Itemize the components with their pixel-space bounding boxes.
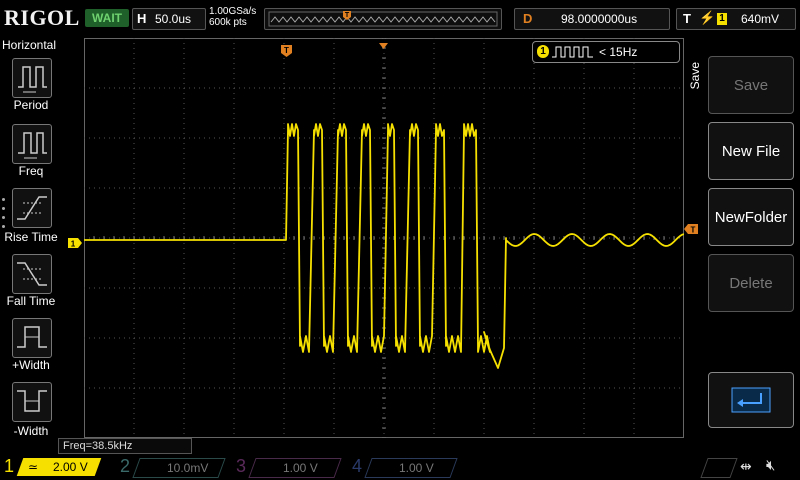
waveform-display[interactable] <box>83 37 685 439</box>
ch3-status[interactable]: 3 1.00 V <box>232 456 342 478</box>
ch4-scale-box: 1.00 V <box>364 458 458 478</box>
memory-waveform-preview: T <box>268 11 498 27</box>
positive-width-label: +Width <box>12 358 50 372</box>
ch1-scale-box: ≃ 2.00 V <box>16 458 102 476</box>
negative-width-button[interactable] <box>12 382 52 422</box>
rise-time-button[interactable] <box>12 188 52 228</box>
positive-width-icon <box>17 326 47 348</box>
ch1-waveform-trace <box>84 123 685 369</box>
memory-depth: 600k pts <box>209 17 247 28</box>
freq-icon <box>18 132 47 159</box>
rising-edge-icon: ⚡ <box>699 10 716 25</box>
rigol-logo: RIGOL <box>4 5 80 30</box>
rise-time-icon <box>17 196 47 220</box>
horizontal-key-label: H <box>137 11 147 26</box>
screen-center-marker <box>379 38 389 56</box>
menu-page-dots <box>2 198 6 234</box>
counter-value: < 15Hz <box>599 45 638 59</box>
system-status-box <box>700 458 738 478</box>
new-folder-button[interactable]: NewFolder <box>708 188 794 246</box>
trigger-box[interactable]: T ⚡ 1 640mV <box>676 8 796 30</box>
top-status-bar: RIGOL WAIT H 50.0us 1.00GSa/s 600k pts T… <box>0 0 800 36</box>
ch1-number: 1 <box>4 456 15 476</box>
freq-label: Freq <box>18 164 44 178</box>
memory-trigger-marker-label: T <box>345 12 350 19</box>
trigger-key-label: T <box>683 11 691 26</box>
ch2-number: 2 <box>120 456 131 476</box>
save-menu-title: Save <box>688 62 702 90</box>
new-file-button[interactable]: New File <box>708 122 794 180</box>
fall-time-label: Fall Time <box>6 294 56 308</box>
positive-width-button[interactable] <box>12 318 52 358</box>
period-icon <box>18 66 47 93</box>
sample-rate: 1.00GSa/s <box>209 6 257 17</box>
ch3-number: 3 <box>236 456 247 476</box>
timebase-value: 50.0us <box>155 12 192 26</box>
delay-key-label: D <box>523 11 533 26</box>
pulse-train-icon <box>552 46 593 58</box>
ch3-scale-box: 1.00 V <box>248 458 342 478</box>
frequency-counter[interactable]: 1 < 15Hz <box>532 41 680 63</box>
save-button[interactable]: Save <box>708 56 794 114</box>
run-status-badge[interactable]: WAIT <box>85 9 129 27</box>
freq-measurement-readout[interactable]: Freq=38.5kHz <box>58 438 192 454</box>
memory-position-bar[interactable]: T <box>264 8 502 30</box>
ch1-offset-marker[interactable]: 1 <box>68 235 82 253</box>
freq-button[interactable] <box>12 124 52 164</box>
usb-icon: ⇹ <box>740 458 752 474</box>
ch1-scale: 2.00 V <box>53 460 89 474</box>
ch2-scale-box: 10.0mV <box>132 458 226 478</box>
ch1-status[interactable]: 1 ≃ 2.00 V <box>0 456 104 478</box>
ch2-scale: 10.0mV <box>167 461 209 475</box>
trigger-level: 640mV <box>741 12 780 26</box>
delete-button[interactable]: Delete <box>708 254 794 312</box>
ch4-scale: 1.00 V <box>399 461 434 475</box>
measure-menu-title: Horizontal <box>2 38 57 52</box>
trigger-position-marker[interactable]: T <box>281 44 293 62</box>
ch3-scale: 1.00 V <box>283 461 318 475</box>
memory-trigger-marker: T <box>343 11 351 20</box>
ch4-number: 4 <box>352 456 363 476</box>
delay-value: 98.0000000us <box>561 12 638 26</box>
negative-width-icon <box>17 390 47 412</box>
trigger-level-marker[interactable]: T <box>684 221 698 239</box>
speaker-muted-icon[interactable]: 🔇︎ <box>766 457 775 474</box>
fall-time-icon <box>17 262 47 286</box>
counter-channel-badge: 1 <box>537 45 549 58</box>
delay-box[interactable]: D 98.0000000us <box>514 8 670 30</box>
acquisition-info: 1.00GSa/s 600k pts <box>209 6 256 28</box>
return-button[interactable] <box>708 372 794 428</box>
ch4-status[interactable]: 4 1.00 V <box>348 456 460 478</box>
trigger-position-marker-label: T <box>284 46 289 55</box>
ch1-coupling-icon: ≃ <box>28 460 39 474</box>
timebase-box[interactable]: H 50.0us <box>132 8 206 30</box>
waveform-grid <box>83 37 685 439</box>
return-icon <box>731 387 771 413</box>
system-status-area: ⇹ 🔇︎ <box>700 456 794 478</box>
trigger-level-marker-label: T <box>691 226 696 235</box>
ch2-status[interactable]: 2 10.0mV <box>116 456 226 478</box>
ch1-offset-marker-label: 1 <box>71 240 76 249</box>
period-label: Period <box>13 98 49 112</box>
rise-time-label: Rise Time <box>4 230 58 244</box>
fall-time-button[interactable] <box>12 254 52 294</box>
period-button[interactable] <box>12 58 52 98</box>
trigger-source-badge: 1 <box>717 13 727 25</box>
negative-width-label: -Width <box>13 424 49 438</box>
